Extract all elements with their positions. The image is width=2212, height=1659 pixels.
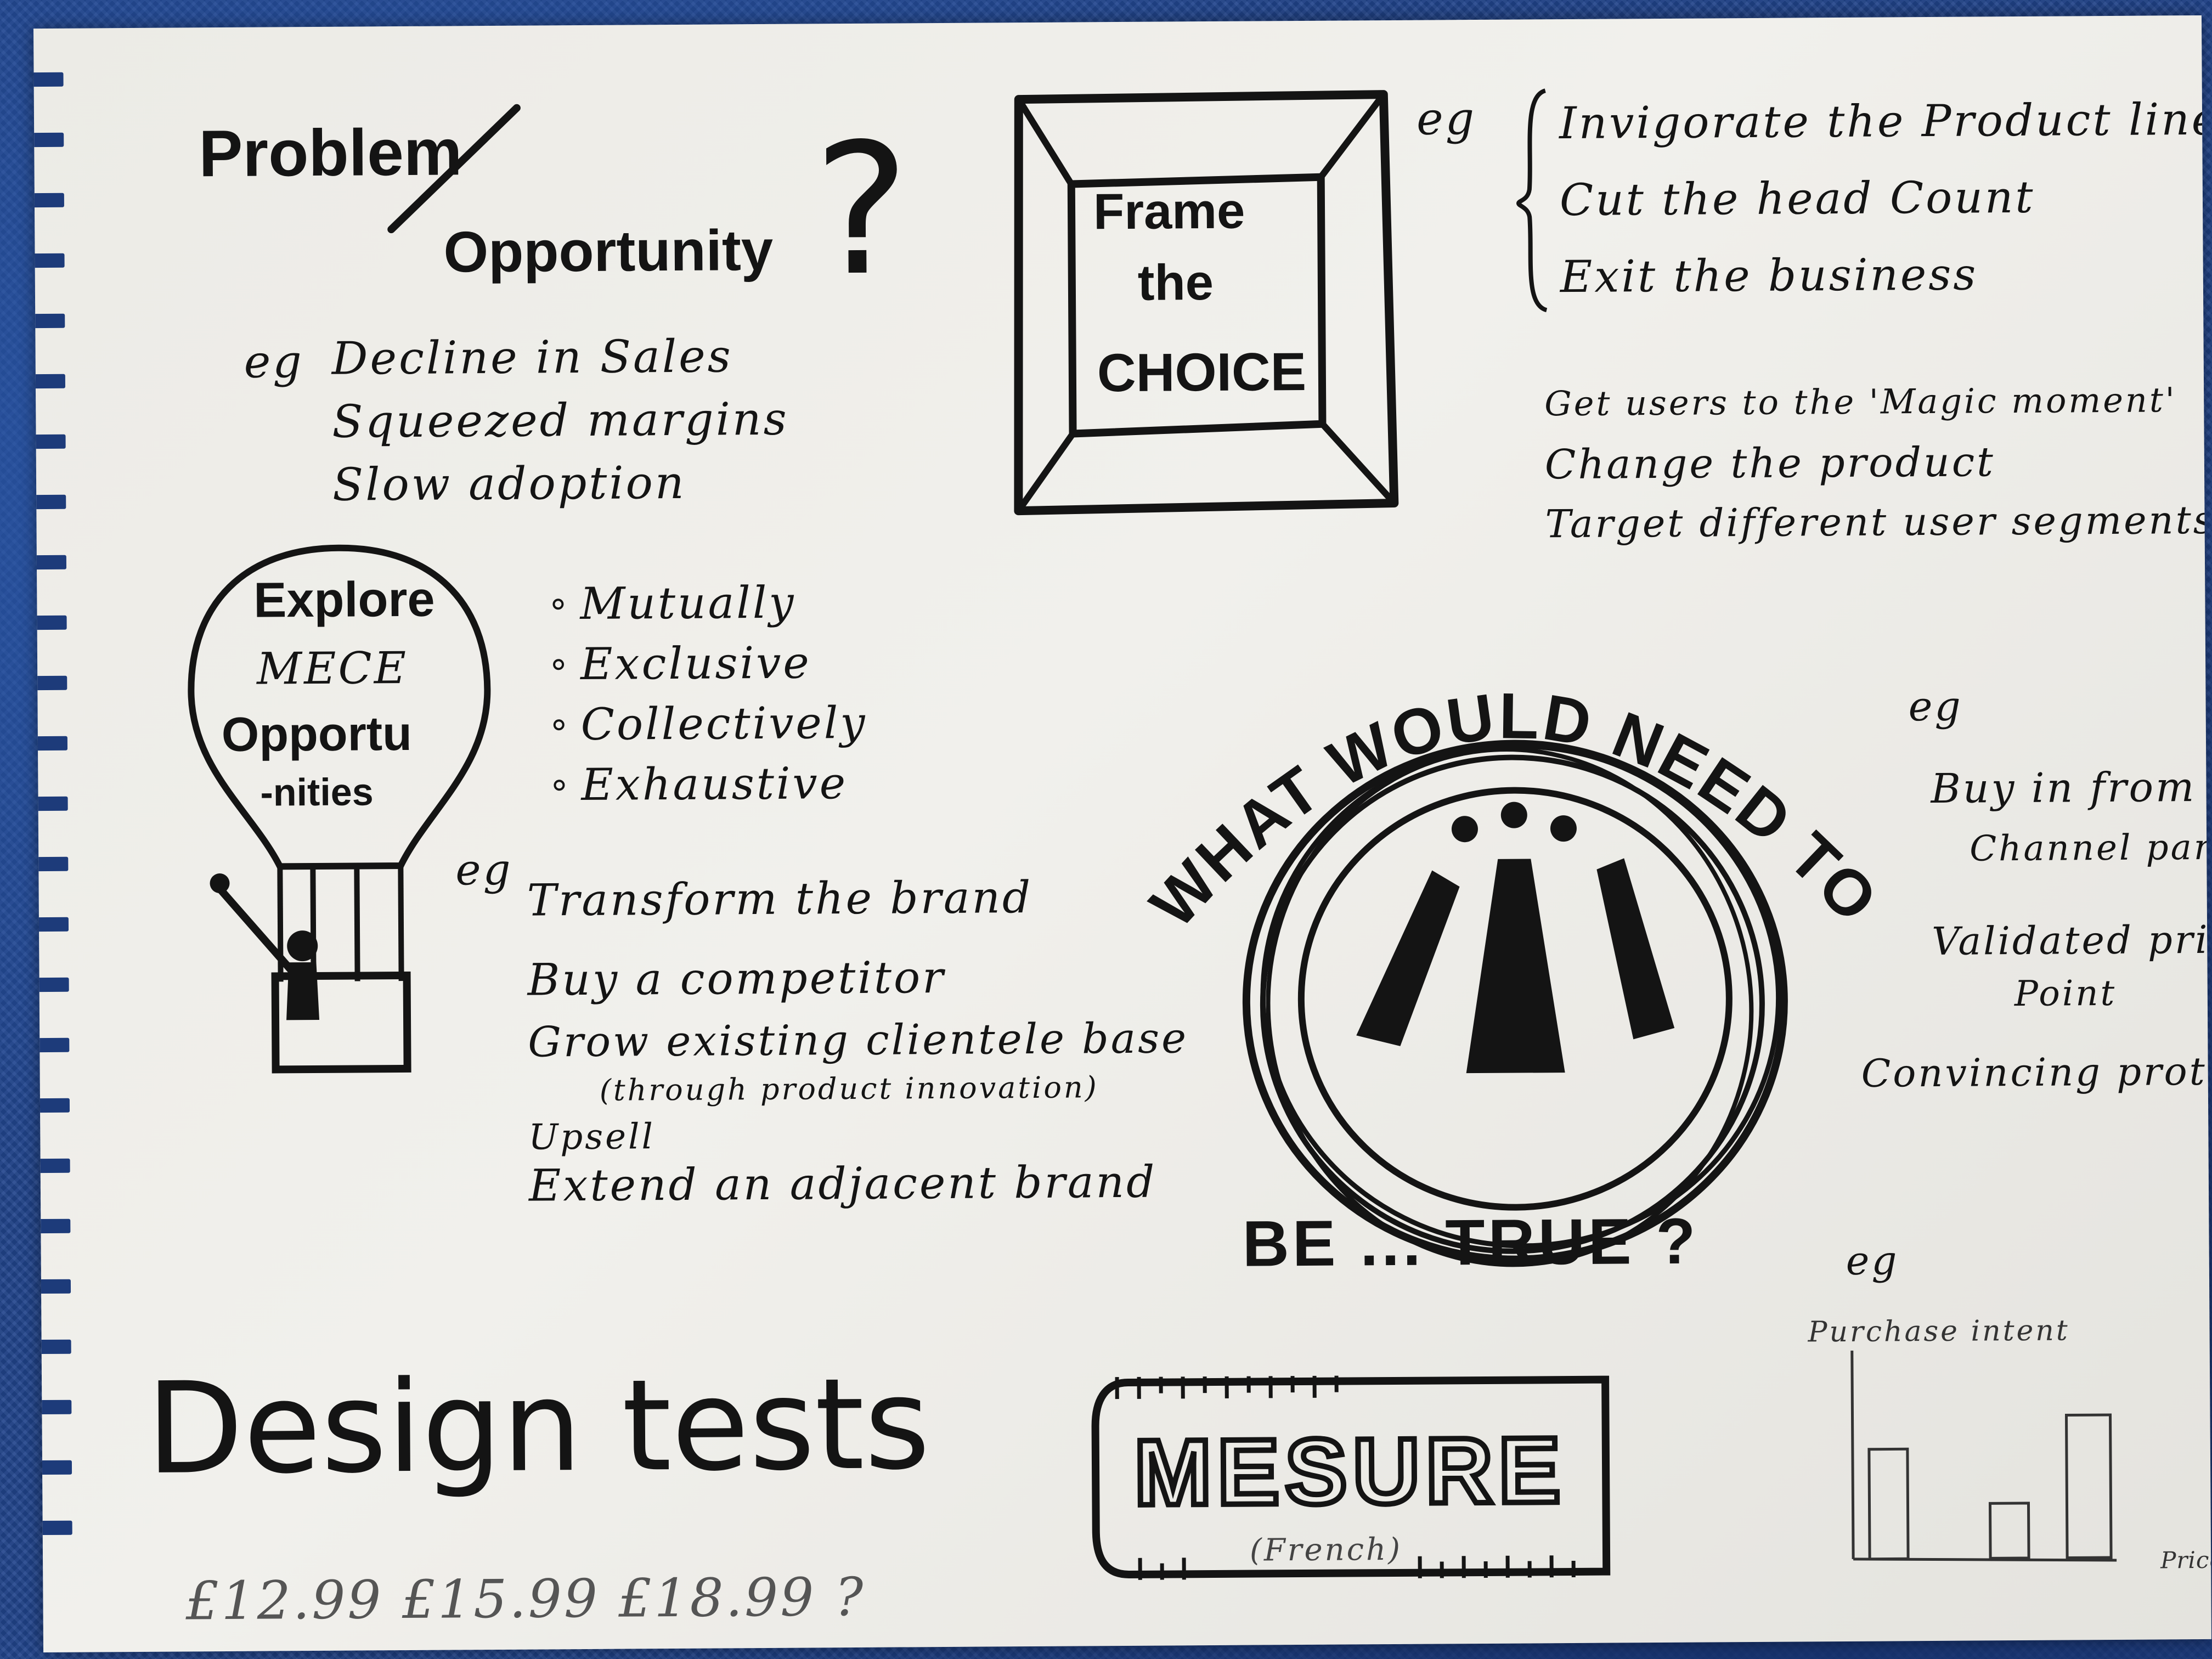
mece-item: Exclusive	[580, 637, 811, 690]
frame-example: Get users to the 'Magic moment'	[1544, 380, 2177, 424]
binding-hole	[33, 313, 65, 329]
frame-example: Invigorate the Product line	[1559, 93, 2212, 149]
explore-example: (through product innovation)	[599, 1070, 1099, 1108]
awen-symbol-circle	[1242, 740, 1788, 1267]
frame-example: Target different user segments	[1545, 497, 2212, 547]
problem-example: Slow adoption	[332, 456, 686, 511]
chart-eg-label: eg	[1846, 1237, 1899, 1284]
explore-example: Transform the brand	[527, 872, 1033, 926]
binding-hole	[33, 253, 65, 268]
problem-example: Squeezed margins	[332, 393, 789, 448]
binding-hole	[36, 917, 69, 932]
binding-hole	[34, 494, 66, 510]
binding-hole	[37, 1098, 70, 1113]
true-example: Validated price	[1931, 917, 2212, 964]
explore-example: Buy a competitor	[527, 951, 946, 1006]
binding-hole	[37, 977, 69, 992]
true-example: Convincing prototype	[1861, 1048, 2212, 1096]
balloon-text-line2: MECE	[256, 642, 409, 695]
frame-example: Exit the business	[1560, 249, 1978, 303]
binding-hole	[34, 555, 67, 570]
mesure-word: MESURE	[1131, 1415, 1569, 1528]
explore-example: Upsell	[528, 1116, 656, 1158]
question-mark: ?	[812, 104, 911, 316]
frame-example: Cut the head Count	[1559, 171, 2035, 226]
true-example: Point	[2014, 973, 2117, 1015]
explore-example: Extend an adjacent brand	[528, 1156, 1157, 1211]
binding-hole	[36, 796, 68, 811]
binding-hole	[35, 615, 67, 630]
binding-hole	[33, 374, 66, 389]
balloon-text-line3: Opportu	[221, 706, 413, 762]
design-tests-title: Design tests	[145, 1351, 931, 1503]
true-example: Buy in from	[1931, 764, 2197, 812]
chart-y-label: Purchase intent	[1808, 1314, 2070, 1349]
binding-hole	[37, 1037, 70, 1053]
sketch-paper: Problem Opportunity ? eg Decline in Sale…	[33, 15, 2212, 1653]
true-eg-label: eg	[1908, 682, 1963, 731]
frame-title-line3: CHOICE	[1097, 341, 1307, 403]
chart-x-label: Price	[2160, 1546, 2212, 1574]
frame-example: Change the product	[1544, 438, 1996, 489]
explore-eg-label: eg	[455, 845, 513, 895]
mesure-note: (French)	[1249, 1531, 1403, 1568]
purchase-intent-sketch-chart	[1850, 1350, 2117, 1562]
binding-hole	[40, 1460, 72, 1475]
binding-hole	[38, 1218, 71, 1234]
bullet-dots	[552, 599, 565, 791]
mece-item: Collectively	[580, 697, 867, 751]
balloon-text-line4: -nities	[260, 770, 374, 814]
frame-title-line2: the	[1137, 254, 1214, 311]
binding-hole	[40, 1400, 72, 1415]
binding-hole	[35, 736, 68, 751]
binding-hole	[39, 1339, 71, 1355]
price-options: £12.99 £15.99 £18.99 ?	[185, 1566, 866, 1632]
binding-hole	[33, 434, 66, 449]
opportunity-word: Opportunity	[443, 218, 774, 285]
balloon-text-line1: Explore	[253, 572, 435, 628]
explore-example: Grow existing clientele base	[528, 1013, 1189, 1066]
problem-eg-label: eg	[244, 336, 304, 388]
binding-hole	[35, 675, 67, 691]
mece-item: Mutually	[580, 577, 796, 630]
slash-divider	[387, 104, 521, 234]
binding-hole	[33, 72, 64, 87]
binding-hole	[40, 1520, 72, 1536]
mece-item: Exhaustive	[581, 758, 848, 811]
binding-hole	[33, 132, 64, 148]
frame-title-line1: Frame	[1093, 183, 1245, 240]
binding-hole	[38, 1279, 71, 1294]
binding-hole	[38, 1158, 70, 1173]
binding-hole	[36, 856, 69, 872]
true-example: Channel partners	[1969, 826, 2212, 870]
problem-example: Decline in Sales	[331, 330, 733, 385]
be-true-text: BE ... TRUE ?	[1242, 1205, 1699, 1280]
curly-brace	[1516, 88, 1548, 313]
frame-eg-label: eg	[1416, 93, 1477, 145]
binding-hole	[33, 193, 64, 208]
